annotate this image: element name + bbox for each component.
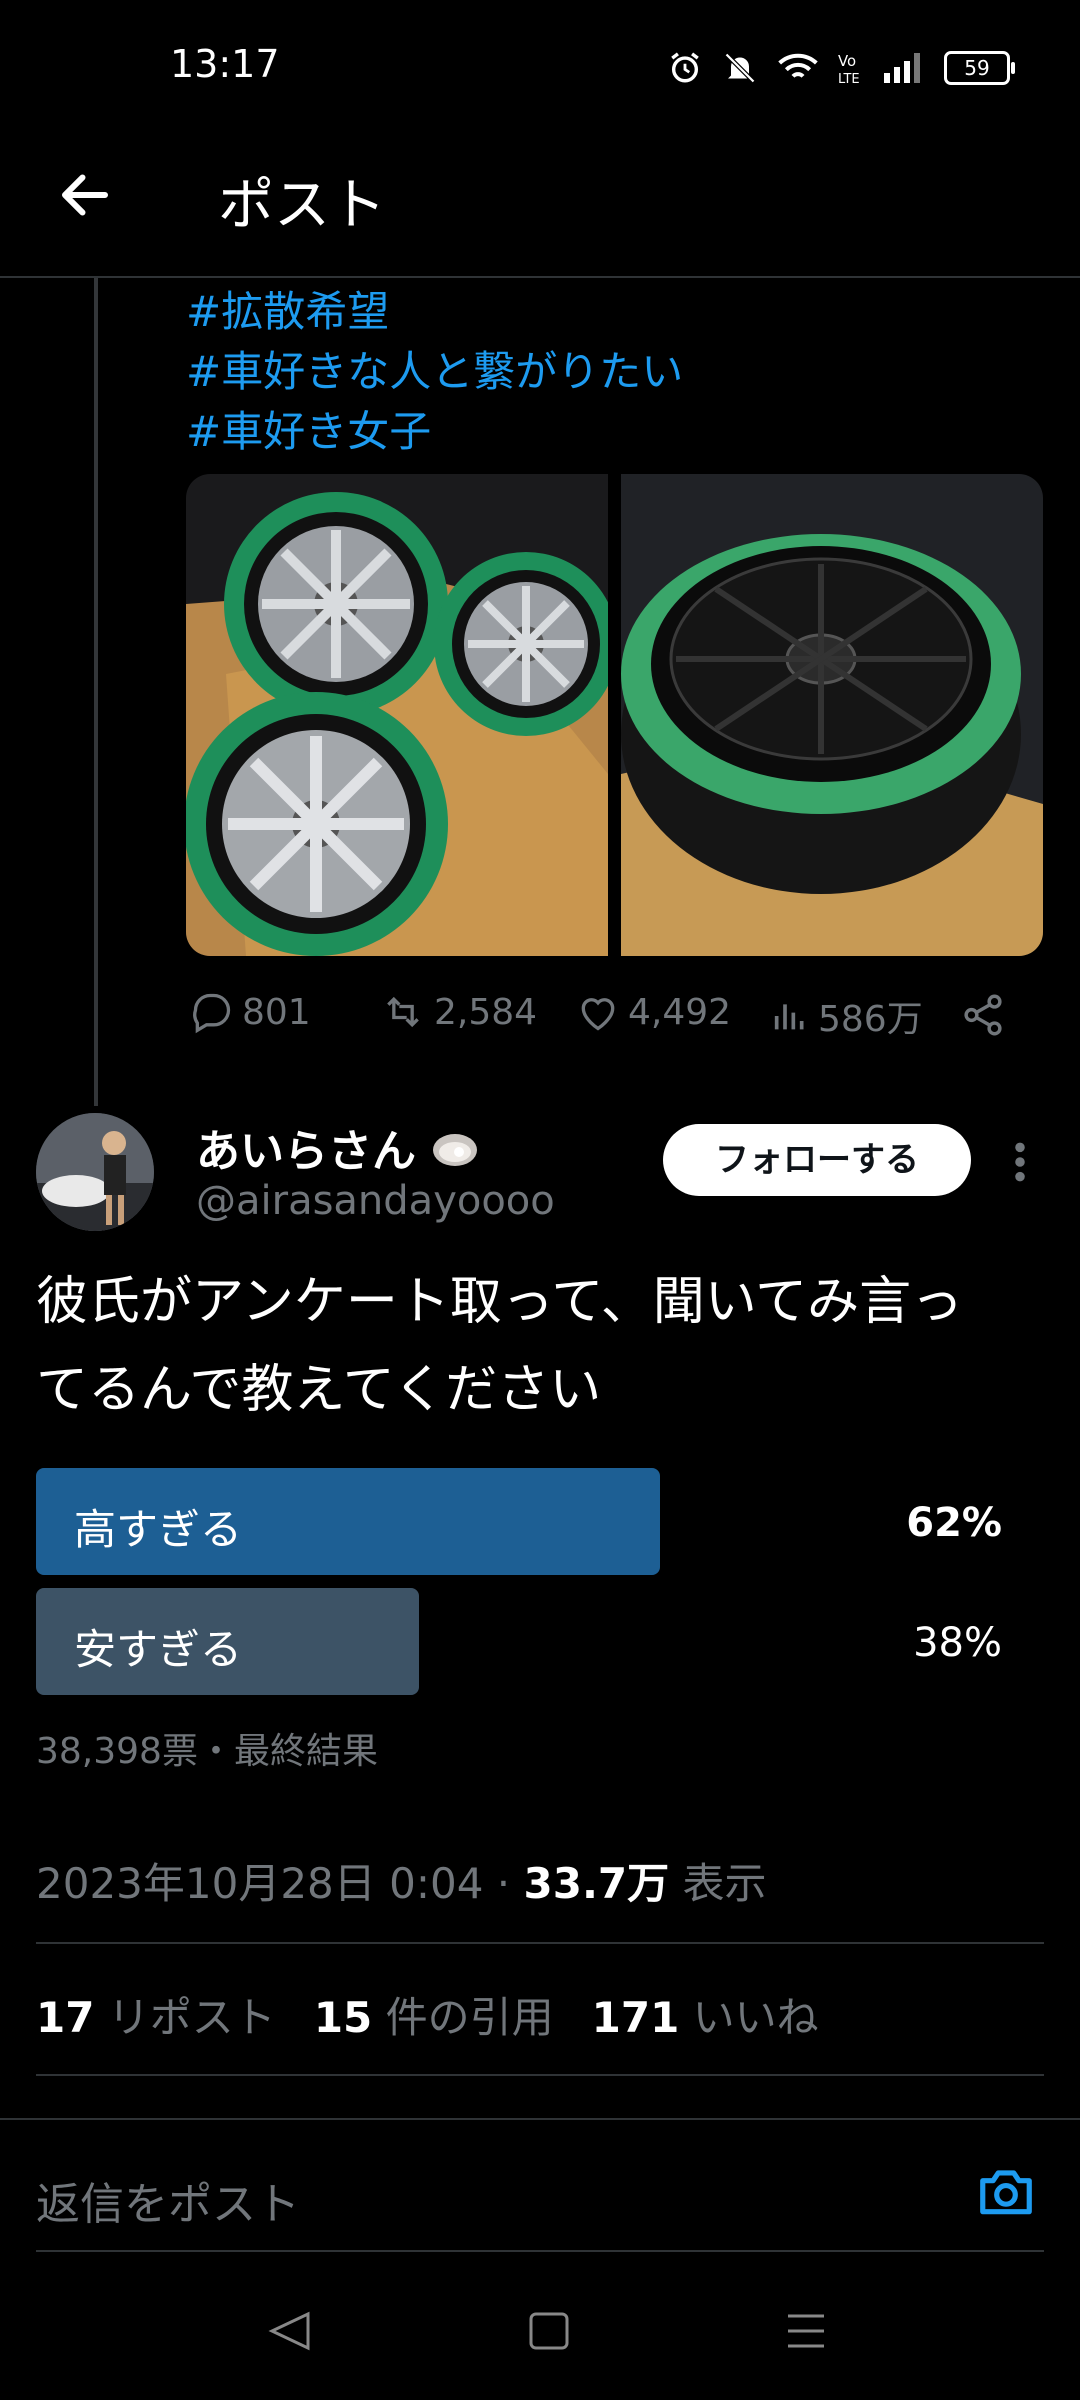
reply-input[interactable]: 返信をポスト [36,2168,300,2232]
views-action[interactable]: 586万 [770,990,923,1042]
reply-bar-divider [0,2118,1080,2120]
user-handle[interactable]: @airasandayoooo [196,1178,555,1224]
poll-meta: 38,398票・最終結果 [36,1731,378,1772]
divider [36,2074,1044,2076]
stat-likes[interactable]: 171 いいね [592,1984,819,2045]
nav-home-icon [529,2312,569,2350]
alarm-icon [671,52,699,83]
poll-option-label: 安すぎる [74,1625,243,1674]
post-text: 彼氏がアンケート取って、聞いてみ言っ てるんで教えてください [36,1258,1046,1434]
views-label: 表示 [669,1859,767,1908]
poll-option-percent: 62% [906,1500,1002,1546]
post-text-line: 彼氏がアンケート取って、聞いてみ言っ [36,1272,964,1332]
svg-text:Vo: Vo [838,52,856,70]
display-name-text: あいらさん [196,1126,416,1177]
poll-option: 安すぎる [36,1588,419,1695]
volte-icon: Vo LTE [838,52,860,85]
timestamp-text: 2023年10月28日 0:04 · [36,1859,524,1908]
camera-icon[interactable] [975,2160,1037,2222]
reply-action[interactable]: 801 [190,990,311,1034]
stat-count: 15 [313,1993,373,2042]
divider [36,2250,1044,2252]
poll-option-label: 高すぎる [74,1505,243,1554]
header-divider [0,276,1080,278]
follow-button[interactable]: フォローする [663,1124,971,1196]
post-image-wheels[interactable] [186,474,608,956]
battery-icon: 59 [944,51,1015,85]
oyster-emoji-icon [433,1134,478,1166]
avatar[interactable] [36,1113,154,1231]
post-stats: 17 リポスト 15 件の引用 171 いいね [36,1984,819,2045]
views-count: 586万 [818,999,923,1040]
nav-back-icon [268,2311,310,2351]
more-options-icon[interactable] [1005,1140,1035,1184]
hashtag-link[interactable]: #拡散希望 [186,278,389,339]
nav-menu-icon [788,2314,824,2348]
poll-option-winner: 高すぎる [36,1468,660,1575]
post-timestamp: 2023年10月28日 0:04 · 33.7万 表示 [36,1850,767,1911]
like-count: 4,492 [628,991,732,1033]
system-navigation-bar [268,2311,824,2351]
views-icon [774,1004,804,1030]
repost-count: 2,584 [434,991,538,1033]
reply-count: 801 [242,991,311,1033]
divider [36,1942,1044,1944]
page-title: ポスト [218,173,386,238]
post-image-black-wheel[interactable] [621,474,1043,956]
hashtag-link[interactable]: #車好きな人と繋がりたい [186,338,683,399]
stat-label: 件の引用 [372,1993,554,2042]
svg-text:LTE: LTE [838,72,860,85]
mute-icon [724,52,756,84]
stat-reposts[interactable]: 17 リポスト [36,1984,276,2045]
hashtag-link[interactable]: #車好き女子 [186,398,431,459]
signal-icon [884,53,920,83]
back-arrow-icon[interactable] [55,165,115,225]
stat-label: いいね [679,1993,819,2042]
thread-connector [94,278,98,1106]
wifi-icon [778,53,818,78]
status-icons: Vo LTE 59 [668,50,1015,86]
share-icon[interactable] [960,992,1006,1038]
stat-count: 17 [36,1993,95,2042]
reply-icon [193,993,231,1034]
poll-option-percent: 38% [913,1620,1002,1666]
repost-action[interactable]: 2,584 [380,990,537,1034]
like-action[interactable]: 4,492 [576,990,731,1034]
repost-icon [387,996,419,1028]
display-name[interactable]: あいらさん [196,1115,479,1179]
stat-label: リポスト [94,1993,276,2042]
stat-count: 171 [591,1993,680,2042]
heart-icon [581,998,615,1031]
stat-quotes[interactable]: 15 件の引用 [314,1984,554,2045]
post-text-line: てるんで教えてください [36,1360,602,1420]
status-time: 13:17 [170,42,280,86]
views-total: 33.7万 [523,1859,670,1908]
